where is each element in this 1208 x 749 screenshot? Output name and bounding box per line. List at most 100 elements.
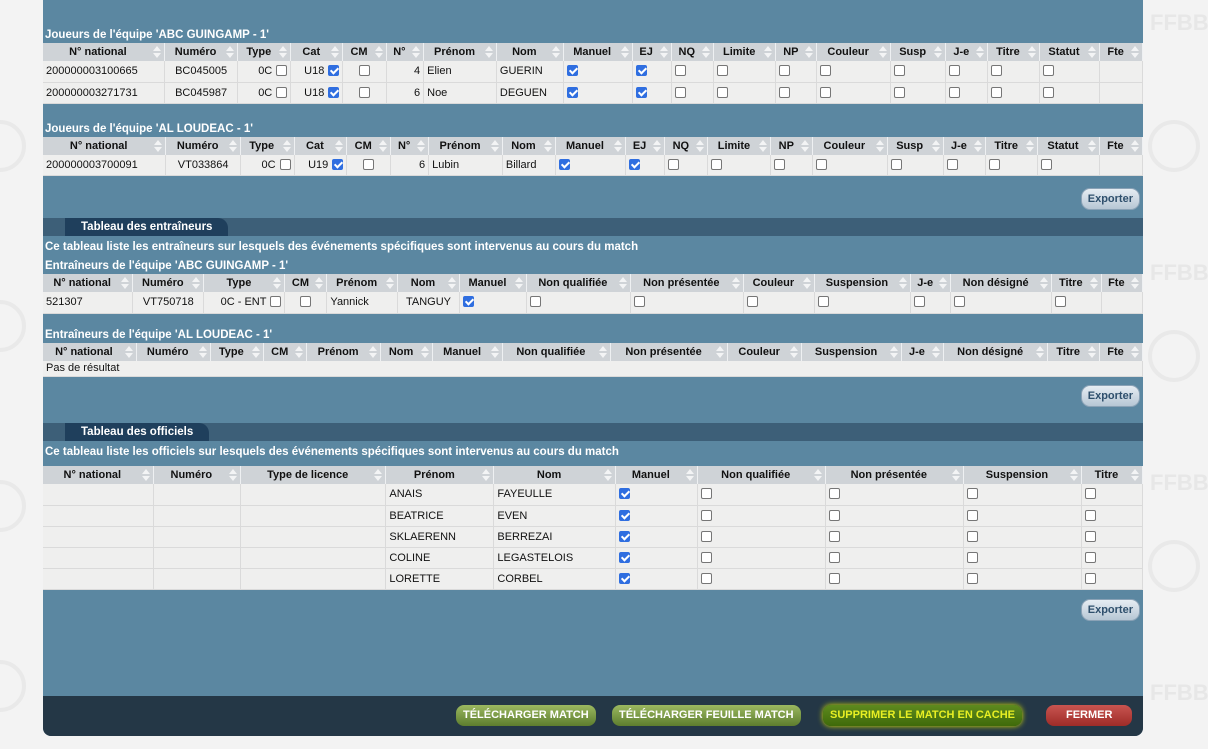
delete-cached-match-button[interactable]: SUPPRIMER LE MATCH EN CACHE [823,705,1022,726]
column-header[interactable]: N° national [43,43,165,61]
cat-checkbox[interactable] [328,65,340,77]
column-header[interactable]: Prénom [428,136,503,155]
column-header[interactable]: N° [390,136,430,155]
je-checkbox[interactable] [949,86,961,98]
cm-checkbox[interactable] [363,158,375,170]
nq-checkbox[interactable] [668,158,680,170]
manual-checkbox[interactable] [463,296,475,308]
column-header[interactable]: Non qualifiée [697,466,826,484]
non-present-checkbox[interactable] [828,551,840,563]
je-checkbox[interactable] [949,65,961,77]
je-checkbox[interactable] [946,158,958,170]
suspension-checkbox[interactable] [967,530,979,542]
non-present-checkbox[interactable] [633,296,645,308]
column-header[interactable]: Couleur [812,136,888,155]
title-checkbox[interactable] [1084,572,1096,584]
np-checkbox[interactable] [774,158,786,170]
column-header[interactable]: Fte [1099,342,1143,361]
export-officials-button[interactable]: Exporter [1080,598,1140,621]
column-header[interactable]: Manuel [432,342,503,361]
column-header[interactable]: Limite [707,136,772,155]
column-header[interactable]: EJ [625,136,666,155]
cat-checkbox[interactable] [328,86,340,98]
ej-checkbox[interactable] [635,65,647,77]
cm-checkbox[interactable] [359,65,370,77]
status-checkbox[interactable] [1042,65,1054,77]
column-header[interactable]: Non désigné [943,342,1049,361]
type-checkbox[interactable] [270,296,282,308]
column-header[interactable]: N° national [43,342,137,361]
export-players-button[interactable]: Exporter [1080,188,1140,210]
column-header[interactable]: Type [240,136,295,155]
manual-checkbox[interactable] [618,572,630,584]
column-header[interactable]: Prénom [326,274,398,292]
column-header[interactable]: Numéro [136,342,211,361]
manual-checkbox[interactable] [618,530,630,542]
column-header[interactable]: Manuel [555,136,626,155]
suspension-checkbox[interactable] [817,296,829,308]
susp-checkbox[interactable] [893,86,905,98]
column-header[interactable]: Suspension [814,274,911,292]
title-checkbox[interactable] [1084,530,1096,542]
type-checkbox[interactable] [276,86,288,98]
non-present-checkbox[interactable] [828,572,840,584]
column-header[interactable]: Couleur [727,342,803,361]
susp-checkbox[interactable] [893,65,905,77]
ej-checkbox[interactable] [628,158,640,170]
column-header[interactable]: Prénom [385,466,495,484]
column-header[interactable]: N° national [43,274,134,292]
title-checkbox[interactable] [991,65,1003,77]
column-header[interactable]: CM [284,274,328,292]
column-header[interactable]: Titre [1047,342,1101,361]
column-header[interactable]: Manuel [459,274,527,292]
np-checkbox[interactable] [779,86,791,98]
column-header[interactable]: Susp [890,43,947,61]
column-header[interactable]: Susp [887,136,944,155]
title-checkbox[interactable] [989,158,1001,170]
title-checkbox[interactable] [991,86,1003,98]
limit-checkbox[interactable] [717,65,729,77]
suspension-checkbox[interactable] [967,509,979,521]
limit-checkbox[interactable] [717,86,729,98]
column-header[interactable]: Type [203,274,286,292]
column-header[interactable]: CM [342,43,387,61]
manual-checkbox[interactable] [618,488,630,500]
column-header[interactable]: Nom [493,466,616,484]
column-header[interactable]: Titre [1051,274,1102,292]
column-header[interactable]: Manuel [615,466,698,484]
column-header[interactable]: J-e [943,136,987,155]
column-header[interactable]: Numéro [164,43,239,61]
column-header[interactable]: J-e [901,342,945,361]
column-header[interactable]: Nom [380,342,434,361]
column-header[interactable]: N° national [43,466,154,484]
column-header[interactable]: J-e [910,274,952,292]
column-header[interactable]: Non désigné [950,274,1052,292]
manual-checkbox[interactable] [618,551,630,563]
column-header[interactable]: Non qualifiée [526,274,631,292]
column-header[interactable]: Non qualifiée [502,342,611,361]
column-header[interactable]: Fte [1099,43,1143,61]
column-header[interactable]: J-e [945,43,989,61]
nq-checkbox[interactable] [674,65,686,77]
non-qualified-checkbox[interactable] [700,572,712,584]
export-coaches-button[interactable]: Exporter [1080,385,1140,407]
column-header[interactable]: Numéro [165,136,241,155]
non-qualified-checkbox[interactable] [700,509,712,521]
column-header[interactable]: Non présentée [630,274,744,292]
cm-checkbox[interactable] [300,296,312,308]
column-header[interactable]: Nom [502,136,556,155]
column-header[interactable]: Cat [290,43,344,61]
column-header[interactable]: Statut [1037,136,1100,155]
non-qualified-checkbox[interactable] [700,488,712,500]
column-header[interactable]: Type [210,342,264,361]
non-qualified-checkbox[interactable] [529,296,541,308]
non-qualified-checkbox[interactable] [700,530,712,542]
manual-checkbox[interactable] [618,509,630,521]
column-header[interactable]: Prénom [423,43,497,61]
column-header[interactable]: Suspension [963,466,1082,484]
non-present-checkbox[interactable] [828,530,840,542]
column-header[interactable]: Numéro [132,274,205,292]
limit-checkbox[interactable] [711,158,723,170]
download-match-button[interactable]: TÉLÉCHARGER MATCH [456,705,596,726]
status-checkbox[interactable] [1042,86,1054,98]
